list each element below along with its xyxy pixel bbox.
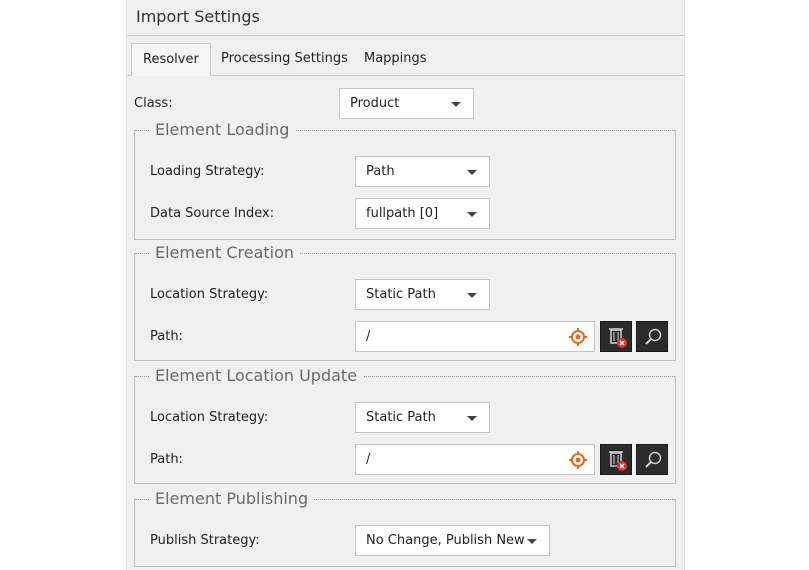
import-settings-panel: Import Settings Resolver Processing Sett…: [126, 0, 685, 570]
fieldset-element-location-update: Element Location Update Location Strateg…: [134, 366, 676, 484]
path-input[interactable]: /: [355, 321, 595, 352]
publish-strategy-value: No Change, Publish New: [366, 533, 525, 548]
legend-element-location-update: Element Location Update: [149, 366, 364, 385]
delete-icon: [609, 451, 627, 471]
data-source-index-value: fullpath [0]: [366, 206, 439, 221]
legend-element-loading: Element Loading: [149, 120, 296, 139]
class-select[interactable]: Product: [339, 88, 474, 119]
window-title: Import Settings: [136, 7, 260, 26]
tab-resolver[interactable]: Resolver: [131, 43, 211, 76]
chevron-down-icon: [527, 539, 537, 544]
publish-strategy-select[interactable]: No Change, Publish New: [355, 525, 550, 556]
data-source-index-label: Data Source Index:: [150, 206, 275, 221]
legend-element-creation: Element Creation: [149, 243, 301, 262]
search-path-button[interactable]: [636, 321, 668, 352]
class-select-value: Product: [350, 96, 400, 111]
loading-strategy-value: Path: [366, 164, 395, 179]
data-source-index-select[interactable]: fullpath [0]: [355, 198, 490, 229]
tab-bar: Resolver Processing Settings Mappings: [127, 43, 684, 76]
loading-strategy-label: Loading Strategy:: [150, 164, 265, 179]
location-update-path-value: /: [366, 452, 371, 467]
target-icon[interactable]: [569, 328, 587, 346]
chevron-down-icon: [451, 102, 461, 107]
legend-element-publishing: Element Publishing: [149, 489, 315, 508]
loading-strategy-select[interactable]: Path: [355, 156, 490, 187]
fieldset-element-publishing: Element Publishing Publish Strategy: No …: [134, 489, 676, 567]
fieldset-element-creation: Element Creation Location Strategy: Stat…: [134, 243, 676, 361]
chevron-down-icon: [467, 212, 477, 217]
tab-mappings[interactable]: Mappings: [353, 43, 438, 74]
delete-icon: [609, 328, 627, 348]
location-update-strategy-select[interactable]: Static Path: [355, 402, 490, 433]
location-update-path-input[interactable]: /: [355, 444, 595, 475]
search-icon: [645, 328, 662, 345]
location-strategy-select[interactable]: Static Path: [355, 279, 490, 310]
path-value: /: [366, 329, 371, 344]
title-bar: Import Settings: [127, 0, 684, 36]
tab-processing-settings[interactable]: Processing Settings: [210, 43, 359, 74]
location-strategy-label: Location Strategy:: [150, 287, 269, 302]
location-strategy-value: Static Path: [366, 287, 436, 302]
search-location-update-path-button[interactable]: [636, 444, 668, 475]
chevron-down-icon: [467, 293, 477, 298]
location-strategy-label: Location Strategy:: [150, 410, 269, 425]
location-update-strategy-value: Static Path: [366, 410, 436, 425]
path-label: Path:: [150, 452, 183, 467]
target-icon[interactable]: [569, 451, 587, 469]
delete-path-button[interactable]: [600, 321, 632, 352]
chevron-down-icon: [467, 170, 477, 175]
publish-strategy-label: Publish Strategy:: [150, 533, 260, 548]
search-icon: [645, 451, 662, 468]
class-label: Class:: [134, 96, 173, 111]
delete-location-update-path-button[interactable]: [600, 444, 632, 475]
chevron-down-icon: [467, 416, 477, 421]
path-label: Path:: [150, 329, 183, 344]
fieldset-element-loading: Element Loading Loading Strategy: Path D…: [134, 120, 676, 240]
